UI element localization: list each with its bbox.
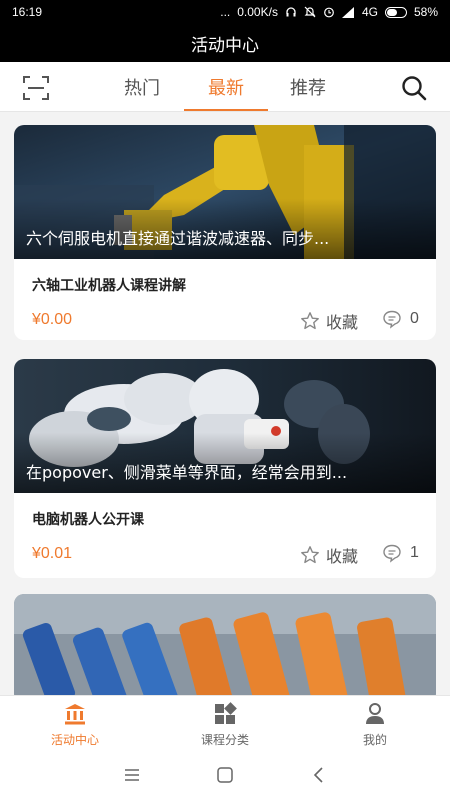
tab-latest-label: 最新 [208, 78, 244, 99]
mute-icon [304, 6, 316, 18]
course-caption: 六个伺服电机直接通过谐波减速器、同步... [26, 229, 330, 248]
course-price: ¥0.01 [32, 545, 73, 562]
bank-icon [65, 704, 85, 725]
nav-mine[interactable]: 我的 [315, 702, 435, 748]
tab-bar: 热门 最新 推荐 [0, 62, 450, 112]
course-title: 六轴工业机器人课程讲解 [32, 278, 186, 294]
signal-icon [341, 6, 354, 18]
status-dots: ... [220, 5, 231, 19]
course-card[interactable]: 在popover、侧滑菜单等界面，经常会用到... 电脑机器人公开课 ¥0.01… [14, 359, 436, 578]
grid-icon [215, 702, 237, 724]
favorite-button[interactable]: 收藏 [300, 309, 358, 333]
battery-percent: 58% [413, 5, 438, 19]
star-icon [301, 546, 319, 564]
tab-recommended-label: 推荐 [290, 78, 326, 99]
menu-icon[interactable] [123, 766, 141, 784]
favorite-label: 收藏 [326, 547, 359, 566]
course-footer: ¥0.01 收藏 1 [14, 531, 436, 578]
status-bar: 16:19 ... 0.00K/s 4G 58% [0, 0, 450, 24]
course-thumbnail [14, 594, 436, 704]
status-indicators: ... 0.00K/s 4G 58% [220, 5, 438, 19]
course-price: ¥0.00 [32, 311, 73, 328]
nav-activity-center-label: 活动中心 [50, 733, 99, 747]
page-title: 活动中心 [191, 35, 259, 56]
user-icon [366, 703, 384, 724]
system-nav-bar [0, 750, 450, 800]
nav-mine-label: 我的 [362, 733, 387, 747]
alarm-icon [324, 7, 334, 18]
course-footer: ¥0.00 收藏 0 [14, 297, 436, 340]
tab-latest[interactable]: 最新 [184, 62, 268, 112]
header: 活动中心 [0, 24, 450, 62]
course-card[interactable] [14, 594, 436, 704]
active-tab-indicator [184, 109, 268, 111]
headset-icon [286, 7, 296, 17]
nav-course-category-label: 课程分类 [200, 733, 249, 747]
comment-icon [383, 544, 401, 563]
tab-hot-label: 热门 [124, 78, 160, 99]
comment-button[interactable]: 1 [382, 543, 419, 563]
favorite-button[interactable]: 收藏 [300, 543, 358, 567]
network-speed: 0.00K/s [237, 5, 278, 19]
nav-activity-center[interactable]: 活动中心 [15, 702, 135, 748]
robot-arm-image [14, 594, 436, 704]
favorite-label: 收藏 [326, 313, 359, 332]
tab-hot[interactable]: 热门 [100, 62, 184, 112]
scan-icon[interactable] [22, 75, 50, 101]
star-icon [301, 312, 319, 330]
course-card[interactable]: 六个伺服电机直接通过谐波减速器、同步... 六轴工业机器人课程讲解 ¥0.00 … [14, 125, 436, 340]
back-icon[interactable] [310, 766, 328, 784]
bottom-nav: 活动中心 课程分类 我的 [0, 695, 450, 750]
home-icon[interactable] [216, 766, 234, 784]
course-thumbnail: 六个伺服电机直接通过谐波减速器、同步... [14, 125, 436, 259]
network-type: 4G [361, 5, 378, 19]
course-title: 电脑机器人公开课 [32, 512, 144, 528]
battery-icon [384, 6, 407, 18]
nav-course-category[interactable]: 课程分类 [165, 702, 285, 748]
comment-icon [383, 310, 401, 329]
course-caption: 在popover、侧滑菜单等界面，经常会用到... [26, 463, 348, 482]
comment-count: 1 [410, 544, 419, 561]
comment-button[interactable]: 0 [382, 309, 419, 329]
status-time: 16:19 [12, 5, 43, 19]
course-thumbnail: 在popover、侧滑菜单等界面，经常会用到... [14, 359, 436, 493]
search-icon[interactable] [400, 74, 428, 102]
comment-count: 0 [410, 310, 419, 327]
tab-recommended[interactable]: 推荐 [266, 62, 350, 112]
